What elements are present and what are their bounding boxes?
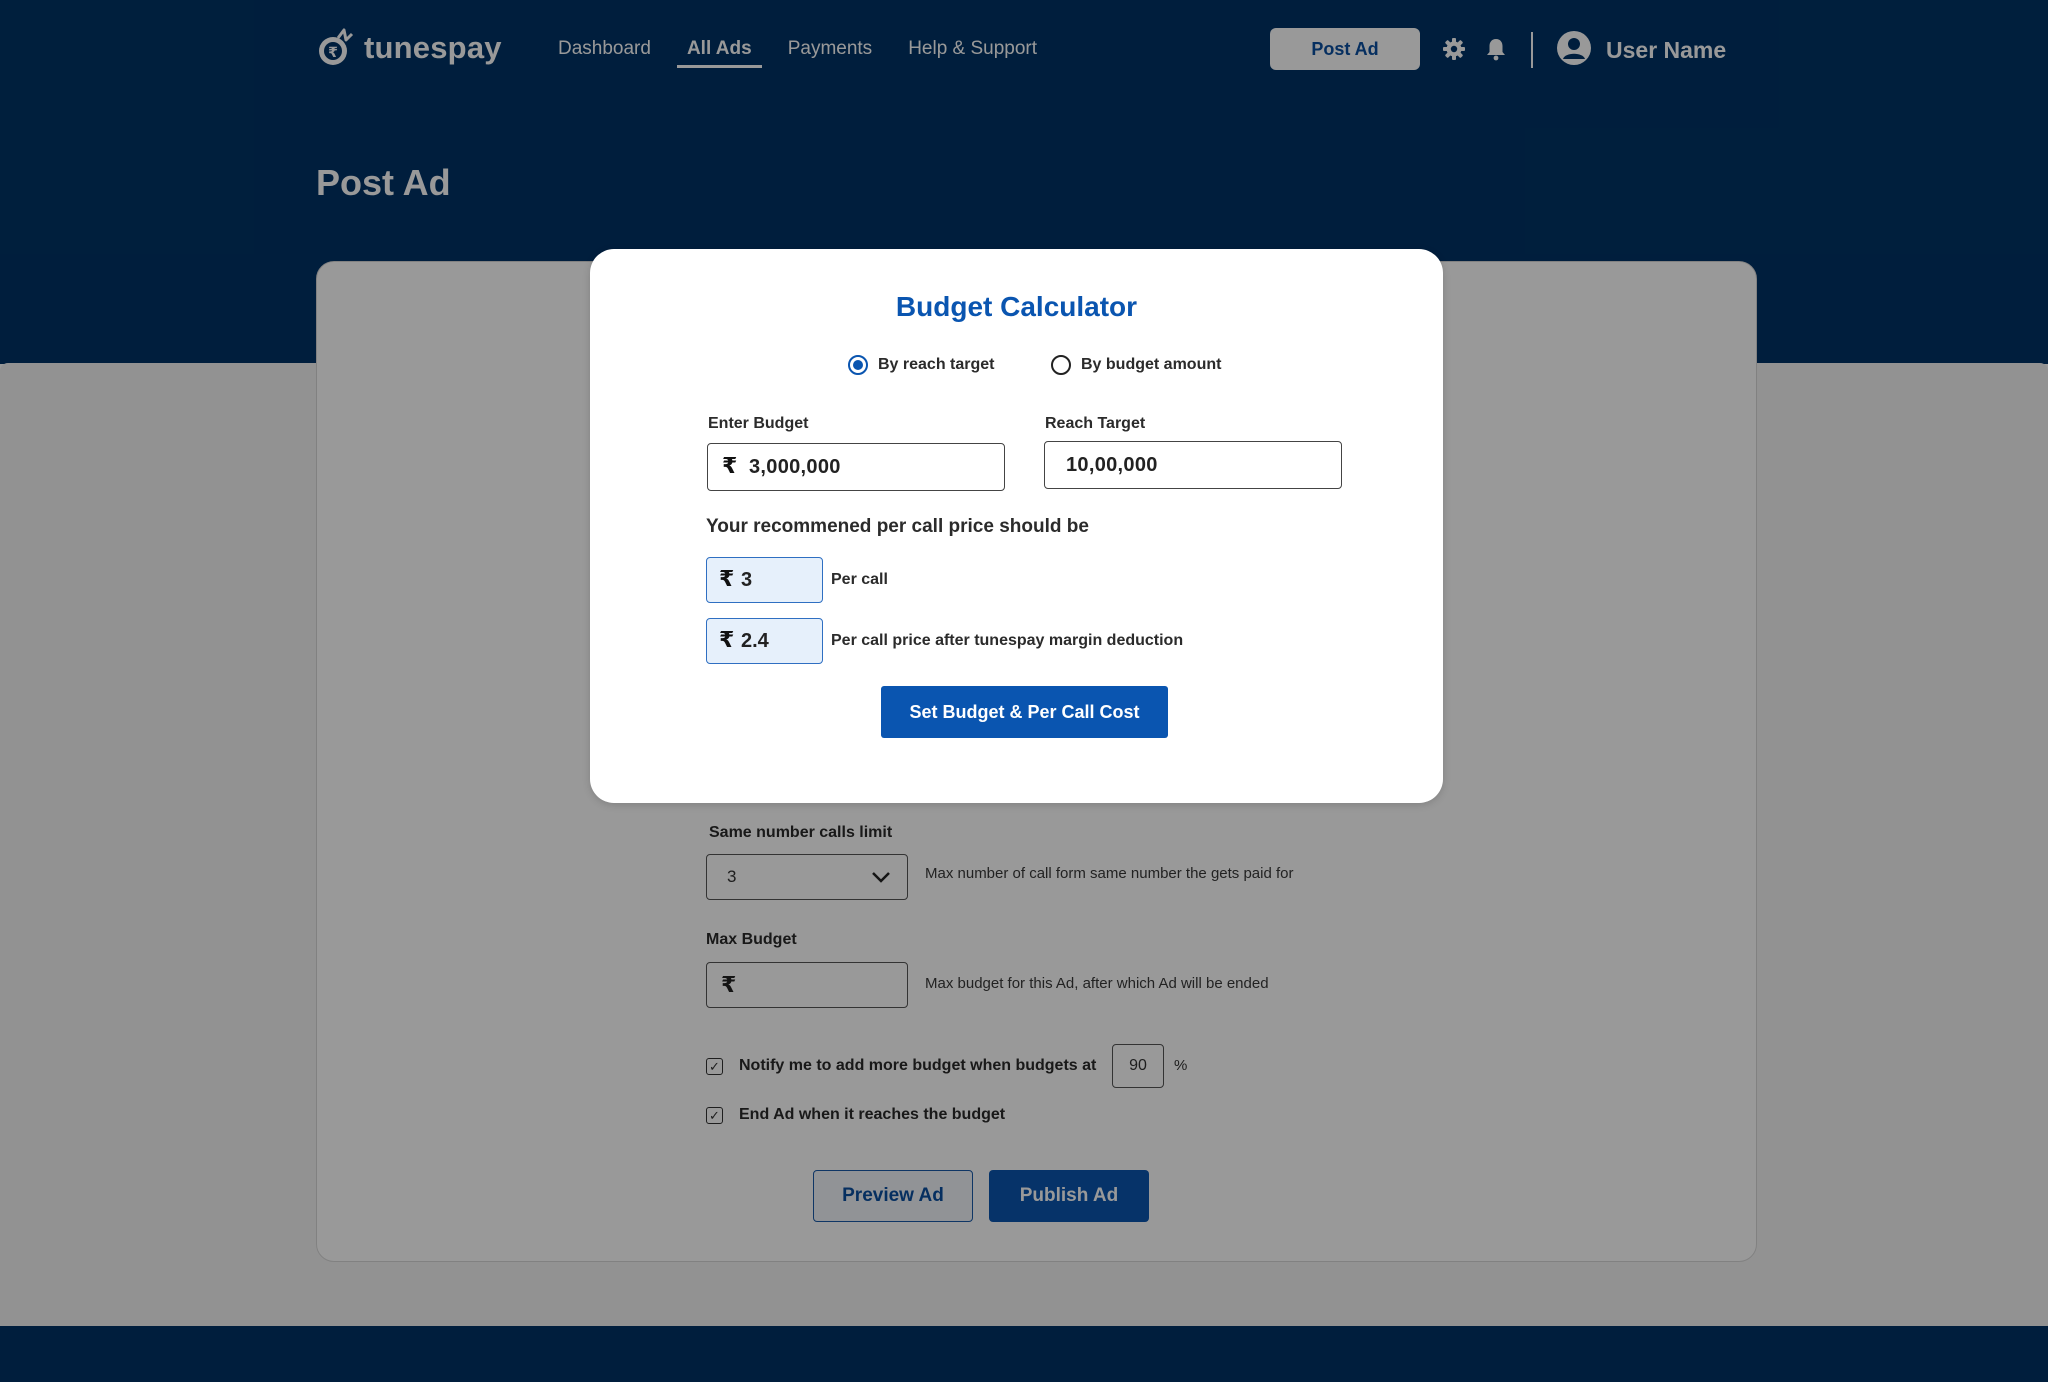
per-call-after-margin-value: 2.4 <box>741 630 769 652</box>
enter-budget-value: 3,000,000 <box>749 456 841 478</box>
radio-label-reach-target: By reach target <box>878 356 995 373</box>
reach-target-value: 10,00,000 <box>1066 454 1158 476</box>
page-bottom <box>0 1382 2048 1398</box>
set-budget-button[interactable]: Set Budget & Per Call Cost <box>881 686 1168 738</box>
radio-label-budget-amount: By budget amount <box>1081 356 1222 373</box>
per-call-price-value: 3 <box>741 569 753 591</box>
reach-target-input[interactable]: 10,00,000 <box>1044 441 1342 489</box>
per-call-after-margin-label: Per call price after tunespay margin ded… <box>831 632 1184 649</box>
per-call-label: Per call <box>831 571 888 588</box>
radio-by-reach-target[interactable]: By reach target <box>848 355 995 375</box>
enter-budget-label: Enter Budget <box>708 415 809 432</box>
recommendation-text: Your recommened per call price should be <box>706 516 1089 537</box>
rupee-icon: ₹ <box>719 627 735 652</box>
reach-target-label: Reach Target <box>1045 415 1146 432</box>
radio-unselected-icon <box>1051 355 1071 375</box>
radio-by-budget-amount[interactable]: By budget amount <box>1051 355 1221 375</box>
modal-title: Budget Calculator <box>895 291 1138 322</box>
rupee-icon: ₹ <box>719 566 735 591</box>
radio-selected-icon <box>848 355 868 375</box>
budget-calculator-modal: Budget Calculator By reach target By bud… <box>590 249 1443 803</box>
rupee-icon: ₹ <box>722 453 738 478</box>
enter-budget-input[interactable]: ₹ 3,000,000 <box>707 443 1005 491</box>
per-call-price-field[interactable]: ₹ 3 <box>706 557 823 603</box>
per-call-after-margin-field[interactable]: ₹ 2.4 <box>706 618 823 664</box>
